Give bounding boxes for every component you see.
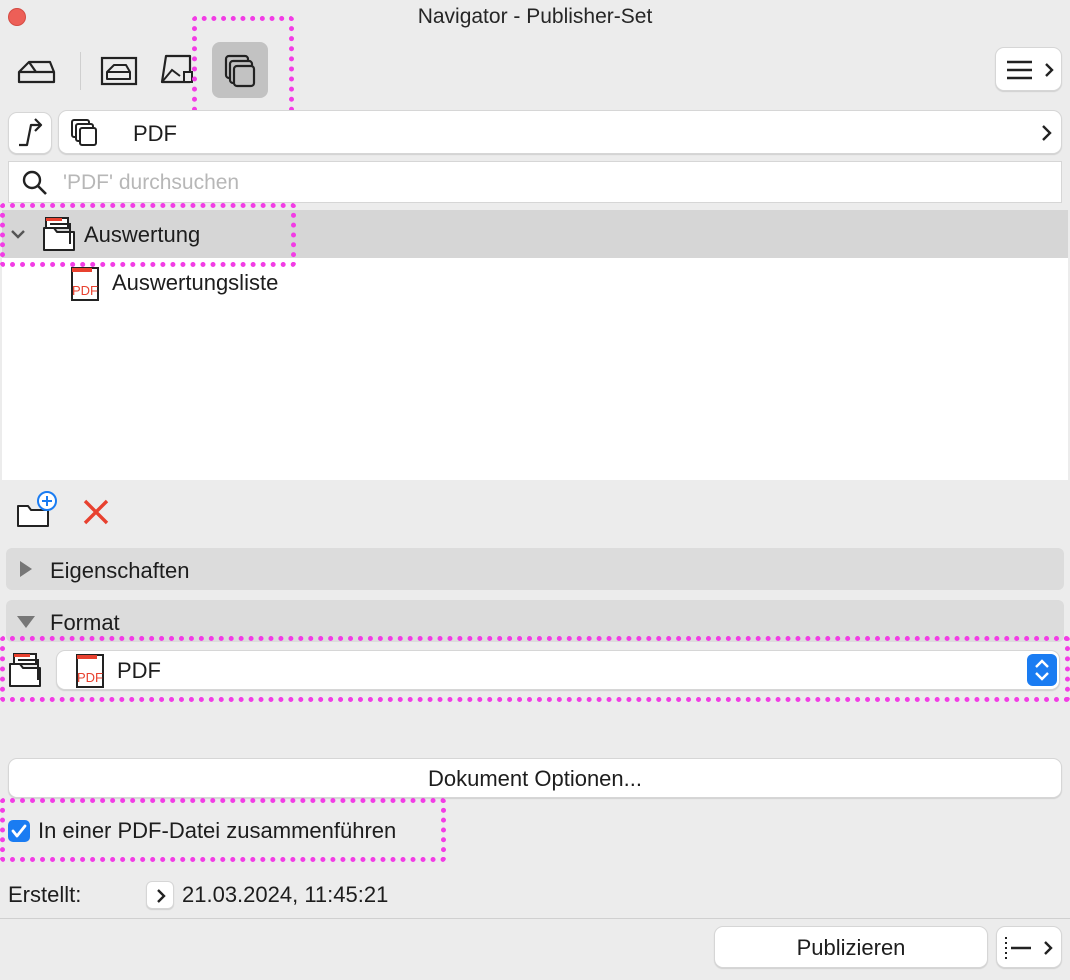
pdf-icon: PDF [71, 267, 99, 301]
format-selected-value: PDF [117, 658, 161, 683]
go-up-button[interactable] [8, 112, 52, 154]
checkmark-icon [11, 824, 27, 838]
chevron-down-icon[interactable] [8, 224, 28, 244]
layout-book-button[interactable] [150, 42, 206, 98]
path-label: PDF [133, 121, 177, 146]
window-title: Navigator - Publisher-Set [417, 5, 653, 28]
pdf-format-icon: PDF [76, 654, 104, 688]
triangle-right-icon [20, 561, 32, 577]
section-eigenschaften[interactable]: Eigenschaften [6, 548, 1064, 590]
layout-book-icon [160, 54, 193, 84]
go-up-icon [19, 118, 43, 147]
triangle-down-icon [17, 616, 35, 628]
select-stepper[interactable] [1027, 654, 1057, 686]
section-format[interactable]: Format [6, 600, 1064, 642]
navigator-menu-button[interactable] [995, 47, 1062, 91]
search-icon [22, 170, 47, 195]
project-map-button[interactable] [8, 42, 64, 98]
publisher-item-icon [9, 653, 41, 687]
created-label: Erstellt: [8, 882, 82, 907]
toolbar-separator [80, 52, 81, 90]
view-map-icon [100, 56, 138, 86]
merge-label[interactable]: In einer PDF-Datei zusammenführen [38, 818, 396, 844]
publisher-set-icon [71, 119, 97, 146]
new-folder-icon[interactable] [14, 490, 60, 530]
created-disclosure-button[interactable] [146, 881, 174, 909]
publish-label: Publizieren [796, 935, 906, 960]
project-map-icon [17, 60, 56, 84]
publish-options-icon [1005, 937, 1053, 959]
format-select[interactable]: PDF PDF [56, 650, 1060, 690]
delete-icon[interactable] [80, 496, 112, 528]
publisher-folder-icon [43, 217, 75, 251]
bottom-divider [0, 918, 1070, 919]
created-value: 21.03.2024, 11:45:21 [182, 882, 389, 907]
publish-button[interactable]: Publizieren [714, 926, 988, 968]
publisher-sets-button[interactable] [212, 42, 268, 98]
tree-folder-label: Auswertung [84, 222, 201, 247]
document-options-label: Dokument Optionen... [427, 766, 642, 791]
search-input[interactable]: 'PDF' durchsuchen [63, 171, 239, 195]
publish-options-button[interactable] [996, 926, 1062, 968]
search-box[interactable]: 'PDF' durchsuchen [8, 161, 1062, 203]
section-label-properties: Eigenschaften [50, 558, 190, 583]
publisher-sets-icon [224, 54, 256, 88]
tree-item-label[interactable]: Auswertungsliste [112, 270, 278, 296]
merge-checkbox[interactable] [8, 820, 30, 842]
chevron-right-small-icon [157, 889, 166, 903]
svg-text:PDF: PDF [72, 283, 98, 298]
svg-text:PDF: PDF [77, 670, 103, 685]
path-selector[interactable]: PDF [58, 110, 1062, 154]
hamburger-menu-icon [1007, 60, 1054, 80]
view-map-button[interactable] [92, 42, 148, 98]
section-label-format: Format [50, 610, 120, 635]
chevron-right-icon [1042, 125, 1052, 141]
updown-chevron-icon [1035, 659, 1049, 681]
document-options-button[interactable]: Dokument Optionen... [8, 758, 1062, 798]
